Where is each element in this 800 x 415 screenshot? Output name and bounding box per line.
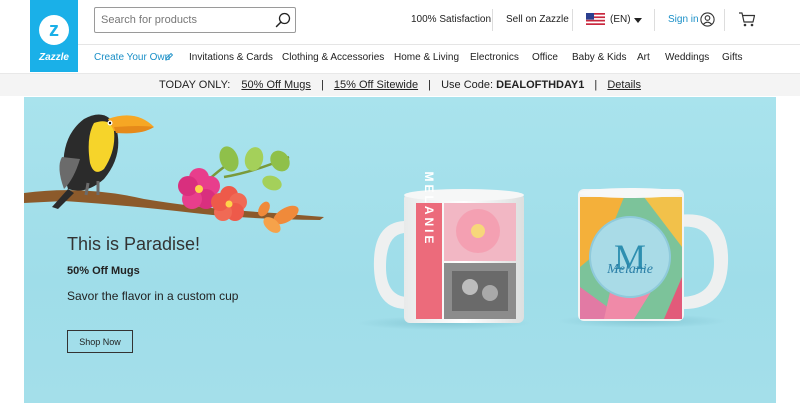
promo-details-link[interactable]: Details — [607, 79, 641, 91]
shop-now-button[interactable]: Shop Now — [67, 330, 133, 353]
hero-subtitle: 50% Off Mugs — [67, 265, 140, 277]
promo-mugs-link[interactable]: 50% Off Mugs — [241, 79, 311, 91]
language-selector[interactable]: (EN) — [610, 14, 631, 25]
promo-bar: TODAY ONLY: 50% Off Mugs | 15% Off Sitew… — [0, 73, 800, 96]
promo-use-code-label: Use Code: — [441, 79, 494, 91]
nav-invitations-cards[interactable]: Invitations & Cards — [189, 52, 273, 63]
zazzle-logo[interactable]: z Zazzle — [30, 0, 78, 72]
promo-separator: | — [428, 79, 432, 91]
search-icon[interactable] — [275, 12, 291, 28]
sell-on-zazzle-link[interactable]: Sell on Zazzle — [506, 14, 569, 25]
search-box — [94, 7, 296, 33]
photo-collage-mug: MELANIE — [358, 172, 530, 330]
promo-sitewide-link[interactable]: 15% Off Sitewide — [334, 79, 418, 91]
logo-wordmark: Zazzle — [38, 52, 69, 63]
monogram-mug: M Melanie — [558, 188, 729, 328]
nav-art[interactable]: Art — [637, 52, 650, 63]
pencil-icon — [165, 53, 173, 61]
us-flag-icon[interactable] — [586, 13, 605, 25]
nav-baby-kids[interactable]: Baby & Kids — [572, 52, 626, 63]
nav-create-your-own[interactable]: Create Your Own — [94, 52, 170, 63]
nav-weddings[interactable]: Weddings — [665, 52, 709, 63]
logo-badge: z — [39, 15, 69, 45]
nav-divider — [492, 9, 493, 31]
cart-icon[interactable] — [738, 11, 756, 28]
promo-code: DEALOFTHDAY1 — [496, 79, 585, 91]
nav-gifts[interactable]: Gifts — [722, 52, 743, 63]
mug-script-text: Melanie — [606, 262, 653, 277]
nav-electronics[interactable]: Electronics — [470, 52, 519, 63]
search-input[interactable] — [95, 8, 267, 32]
promo-text-row: TODAY ONLY: 50% Off Mugs | 15% Off Sitew… — [0, 79, 800, 91]
user-icon[interactable] — [700, 12, 715, 27]
nav-divider — [572, 9, 573, 31]
nav-divider — [654, 9, 655, 31]
satisfaction-link[interactable]: 100% Satisfaction — [411, 14, 491, 25]
promo-separator: | — [594, 79, 598, 91]
header-divider — [78, 44, 800, 45]
nav-home-living[interactable]: Home & Living — [394, 52, 459, 63]
hero-banner[interactable]: MELANIE M Melanie This is Paradise! 50% … — [24, 97, 776, 403]
nav-office[interactable]: Office — [532, 52, 558, 63]
promo-today-only: TODAY ONLY: — [159, 79, 231, 91]
hero-title: This is Paradise! — [67, 234, 201, 254]
mug-name-text: MELANIE — [422, 172, 436, 247]
sign-in-link[interactable]: Sign in — [668, 14, 699, 25]
promo-separator: | — [320, 79, 324, 91]
nav-divider — [724, 9, 725, 31]
hero-description: Savor the flavor in a custom cup — [67, 289, 239, 303]
logo-mark: z — [49, 19, 59, 41]
chevron-down-icon[interactable] — [634, 18, 642, 23]
nav-clothing-accessories[interactable]: Clothing & Accessories — [282, 52, 384, 63]
